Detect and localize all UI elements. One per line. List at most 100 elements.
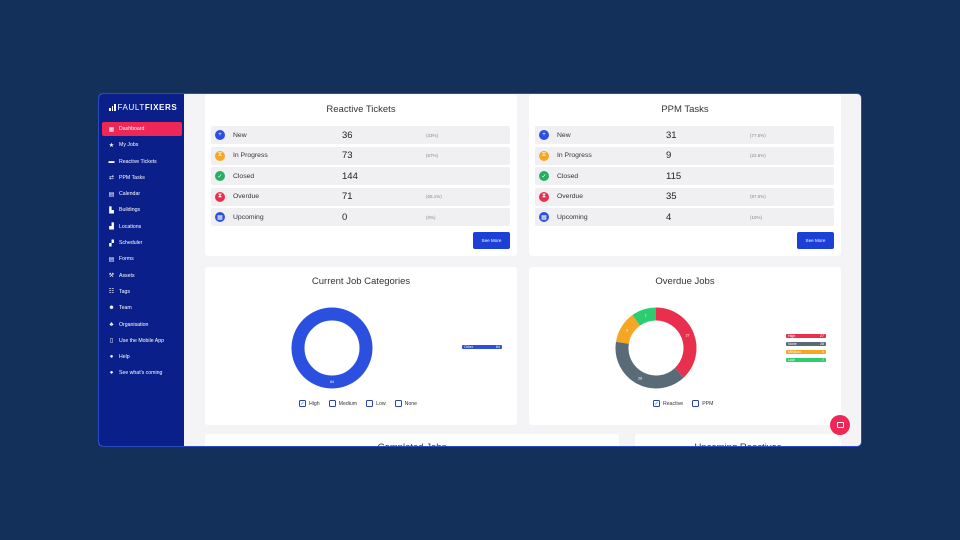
status-percent: (87.5%) bbox=[750, 194, 766, 200]
checkbox-icon bbox=[692, 400, 700, 407]
logo-bars-icon bbox=[109, 103, 116, 111]
legend-checkbox-ppm[interactable]: PPM bbox=[692, 400, 713, 407]
chat-fab-button[interactable] bbox=[830, 415, 850, 435]
logo[interactable]: FAULTFIXERS bbox=[99, 101, 184, 113]
status-row-closed[interactable]: ✓ Closed 115 bbox=[535, 167, 834, 186]
sidebar-item-buildings[interactable]: ▙ Buildings bbox=[102, 203, 182, 217]
status-percent: (67%) bbox=[426, 153, 439, 159]
status-count: 73 bbox=[342, 150, 353, 162]
repeat-icon: ⇄ bbox=[108, 175, 115, 182]
sidebar-item-label: Locations bbox=[119, 223, 142, 230]
donut-slice-label: 28 bbox=[638, 376, 642, 380]
overdue-jobs-donut: 27 28 9 7 bbox=[615, 307, 697, 389]
ticket-icon: ▬ bbox=[108, 158, 115, 165]
job-categories-card: Current Job Categories 84 Other 84 ✓ High… bbox=[205, 267, 517, 425]
status-row-in-progress[interactable]: ⧖ In Progress 73 (67%) bbox=[211, 146, 510, 165]
sidebar-item-locations[interactable]: ▟ Locations bbox=[102, 220, 182, 234]
donut-slice-medium[interactable] bbox=[615, 315, 641, 345]
status-icon: + bbox=[215, 130, 225, 140]
status-row-overdue[interactable]: ⧗ Overdue 71 (65.1%) bbox=[211, 187, 510, 206]
sidebar-item-help[interactable]: ● Help bbox=[102, 350, 182, 364]
pill-value: 27 bbox=[820, 334, 824, 338]
status-icon: ⧗ bbox=[215, 191, 225, 202]
status-label: New bbox=[233, 131, 247, 139]
status-icon: ⧖ bbox=[539, 150, 549, 161]
sidebar-item-ppm-tasks[interactable]: ⇄ PPM Tasks bbox=[102, 171, 182, 185]
sidebar-item-label: See what's coming bbox=[119, 370, 163, 377]
status-icon: ⧗ bbox=[539, 191, 549, 202]
sidebar-item-dashboard[interactable]: ▦ Dashboard bbox=[102, 122, 182, 136]
ppm-see-more-button[interactable]: See More bbox=[797, 232, 834, 249]
job-categories-title: Current Job Categories bbox=[311, 276, 411, 287]
tag-icon: ☷ bbox=[108, 289, 115, 296]
sidebar-item-organisation[interactable]: ♣ Organisation bbox=[102, 318, 182, 332]
grid-icon: ▦ bbox=[108, 126, 115, 133]
donut-slice-label: 27 bbox=[686, 334, 690, 338]
status-icon: ✓ bbox=[215, 171, 225, 182]
sidebar-item-scheduler[interactable]: ▞ Scheduler bbox=[102, 236, 182, 250]
scheduler-icon: ▞ bbox=[109, 240, 114, 247]
sidebar-item-assets[interactable]: ⚒ Assets bbox=[102, 269, 182, 283]
status-icon: ✓ bbox=[539, 171, 549, 182]
sidebar-item-label: Use the Mobile App bbox=[119, 337, 164, 344]
sidebar-item-my-jobs[interactable]: ★ My Jobs bbox=[102, 138, 182, 152]
pill-label: High bbox=[788, 334, 796, 338]
status-row-new[interactable]: + New 36 (33%) bbox=[211, 126, 510, 144]
legend-label: Medium bbox=[338, 400, 358, 407]
logo-text: FAULTFIXERS bbox=[117, 102, 178, 112]
legend-checkbox-none[interactable]: None bbox=[394, 400, 418, 407]
legend-pill-other: Other 84 bbox=[462, 345, 502, 349]
sidebar-item-label: Assets bbox=[119, 272, 135, 279]
completed-jobs-card: Completed Jobs bbox=[205, 434, 619, 446]
reactive-tickets-title: Reactive Tickets bbox=[326, 104, 396, 115]
star-icon: ★ bbox=[108, 142, 115, 149]
status-count: 71 bbox=[342, 191, 353, 203]
reactive-tickets-card: Reactive Tickets + New 36 (33%) ⧖ In Progress… bbox=[205, 94, 517, 256]
status-row-in-progress[interactable]: ⧖ In Progress 9 (22.5%) bbox=[535, 146, 834, 165]
ppm-tasks-card: PPM Tasks + New 31 (77.5%) ⧖ In Progress 9 (22.… bbox=[529, 94, 841, 256]
status-row-upcoming[interactable]: ▦ Upcoming 4 (10%) bbox=[535, 208, 834, 227]
sidebar-item-label: Team bbox=[119, 305, 132, 312]
sidebar-item-see-what-s-coming[interactable]: ● See what's coming bbox=[102, 366, 182, 380]
sidebar-item-tags[interactable]: ☷ Tags bbox=[102, 285, 182, 299]
status-row-upcoming[interactable]: ▦ Upcoming 0 (0%) bbox=[211, 208, 510, 227]
sidebar-item-forms[interactable]: ▤ Forms bbox=[102, 252, 182, 266]
reactive-see-more-button[interactable]: See More bbox=[473, 232, 510, 249]
status-count: 144 bbox=[342, 170, 358, 182]
pill-label: Medium bbox=[788, 350, 801, 354]
status-row-closed[interactable]: ✓ Closed 144 bbox=[211, 167, 510, 186]
location-icon: ▟ bbox=[109, 224, 114, 231]
job-categories-donut: 84 bbox=[291, 307, 373, 389]
donut-slice-other[interactable] bbox=[291, 307, 373, 389]
form-icon: ▤ bbox=[108, 256, 115, 263]
sidebar-item-label: Buildings bbox=[119, 207, 141, 214]
donut-slice-none[interactable] bbox=[615, 341, 684, 389]
job-categories-legend: ✓ High Medium Low None bbox=[299, 400, 417, 407]
sidebar-item-calendar[interactable]: ▤ Calendar bbox=[102, 187, 182, 201]
sidebar-item-label: Scheduler bbox=[119, 240, 143, 247]
status-row-overdue[interactable]: ⧗ Overdue 35 (87.5%) bbox=[535, 187, 834, 206]
legend-label: Low bbox=[376, 400, 386, 407]
status-count: 35 bbox=[666, 191, 677, 203]
legend-checkbox-reactive[interactable]: ✓ Reactive bbox=[653, 400, 683, 407]
legend-pill-medium: Medium 9 bbox=[786, 350, 826, 354]
legend-checkbox-high[interactable]: ✓ High bbox=[299, 400, 320, 407]
team-icon: ☻ bbox=[108, 305, 115, 312]
sidebar-item-label: Forms bbox=[119, 256, 134, 263]
pill-value: 28 bbox=[820, 342, 824, 346]
legend-checkbox-medium[interactable]: Medium bbox=[328, 400, 358, 407]
sidebar-item-reactive-tickets[interactable]: ▬ Reactive Tickets bbox=[102, 155, 182, 169]
sidebar-item-use-the-mobile-app[interactable]: ▯ Use the Mobile App bbox=[102, 334, 182, 348]
legend-pill-low: Low 7 bbox=[786, 358, 826, 362]
donut-slice-high[interactable] bbox=[655, 307, 697, 378]
legend-checkbox-low[interactable]: Low bbox=[366, 400, 386, 407]
status-label: In Progress bbox=[557, 152, 592, 160]
checkbox-icon bbox=[366, 400, 374, 407]
sidebar-item-team[interactable]: ☻ Team bbox=[102, 301, 182, 315]
legend-label: None bbox=[404, 400, 418, 407]
building-icon: ▙ bbox=[109, 207, 114, 214]
status-row-new[interactable]: + New 31 (77.5%) bbox=[535, 126, 834, 144]
checkbox-icon bbox=[394, 400, 402, 407]
status-icon: ⧖ bbox=[215, 150, 225, 161]
status-label: New bbox=[557, 131, 571, 139]
